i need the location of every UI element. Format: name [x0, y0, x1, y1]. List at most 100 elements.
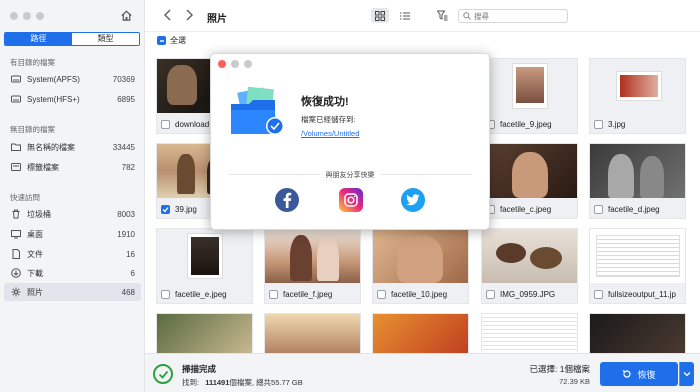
file-card[interactable] — [589, 313, 686, 354]
sidebar-item-count: 8003 — [117, 209, 135, 219]
view-mode-toggle: 路徑 類型 — [4, 32, 140, 46]
file-checkbox[interactable] — [486, 290, 495, 299]
dialog-title: 恢復成功! — [301, 96, 349, 108]
dialog-zoom-button[interactable] — [244, 60, 252, 68]
instagram-icon[interactable] — [339, 188, 363, 212]
sidebar-item-system-apfs[interactable]: System(APFS) 70369 — [4, 70, 141, 88]
sidebar-item-count: 6 — [130, 268, 135, 278]
window-controls — [10, 12, 44, 20]
sidebar-item-desktop[interactable]: 桌面 1910 — [4, 225, 141, 243]
file-card[interactable]: 3.jpg — [589, 58, 686, 134]
file-name: facetile_10.jpeg — [391, 290, 448, 299]
sidebar-item-label: 下載 — [27, 268, 43, 278]
status-bar: 掃描完成 找到: 111491個檔案, 總共55.77 GB 已選擇: 1個檔案… — [145, 353, 700, 392]
forward-icon[interactable] — [185, 8, 194, 24]
file-thumbnail — [590, 314, 685, 354]
twitter-icon[interactable] — [401, 188, 425, 212]
sidebar-item-documents[interactable]: 文件 16 — [4, 245, 141, 263]
saved-path-link[interactable]: /Volumes/Untitled — [301, 129, 359, 138]
disk-icon — [10, 94, 21, 105]
sidebar-item-tagged[interactable]: 標籤檔案 782 — [4, 158, 141, 176]
recovery-success-dialog: 恢復成功! 檔案已經儲存到: /Volumes/Untitled 與朋友分享快樂 — [210, 53, 490, 230]
home-icon[interactable] — [117, 6, 135, 24]
sidebar-item-system-hfs[interactable]: System(HFS+) 6895 — [4, 90, 141, 108]
file-checkbox[interactable] — [161, 120, 170, 129]
chevron-down-icon — [683, 372, 691, 377]
file-card[interactable]: facetile_e.jpeg — [156, 228, 253, 304]
sidebar: 路徑 類型 有目錄的檔案 System(APFS) 70369 System(H… — [0, 0, 145, 392]
file-checkbox[interactable] — [594, 120, 603, 129]
file-checkbox[interactable] — [377, 290, 386, 299]
file-card[interactable]: facetile_9.jpeg — [481, 58, 578, 134]
tab-path[interactable]: 路徑 — [5, 33, 72, 45]
file-checkbox[interactable] — [269, 290, 278, 299]
file-name: IMG_0959.JPG — [500, 290, 556, 299]
file-card[interactable] — [481, 313, 578, 354]
recover-options-button[interactable] — [679, 362, 694, 386]
found-count: 111491 — [205, 378, 230, 387]
download-icon — [10, 268, 21, 279]
file-checkbox[interactable] — [594, 205, 603, 214]
section-no-dir-title: 無目錄的檔案 — [10, 125, 55, 134]
dialog-saved-label: 檔案已經儲存到: — [301, 115, 356, 124]
file-thumbnail — [157, 314, 252, 354]
file-thumbnail — [265, 229, 360, 283]
sidebar-item-trash[interactable]: 垃圾桶 8003 — [4, 205, 141, 223]
file-thumbnail — [590, 144, 685, 198]
file-card[interactable]: facetile_10.jpeg — [372, 228, 469, 304]
sidebar-item-label: System(APFS) — [27, 74, 80, 84]
recover-button[interactable]: 恢復 — [600, 362, 678, 386]
select-all[interactable]: 全選 — [157, 35, 186, 46]
file-name: facetile_d.jpeg — [608, 205, 660, 214]
file-name: facetile_9.jpeg — [500, 120, 552, 129]
sidebar-item-label: System(HFS+) — [27, 94, 80, 104]
file-checkbox[interactable] — [161, 205, 170, 214]
file-card[interactable]: facetile_d.jpeg — [589, 143, 686, 219]
file-card[interactable]: fullsizeoutput_11.jp — [589, 228, 686, 304]
file-thumbnail — [590, 229, 685, 283]
dialog-minimize-button[interactable] — [231, 60, 239, 68]
file-card[interactable]: IMG_0959.JPG — [481, 228, 578, 304]
photos-icon — [10, 287, 21, 298]
zoom-window-button[interactable] — [36, 12, 44, 20]
folder-success-icon — [229, 84, 289, 139]
file-card[interactable] — [372, 313, 469, 354]
file-checkbox[interactable] — [161, 290, 170, 299]
filter-icon[interactable] — [433, 8, 451, 23]
file-card[interactable] — [264, 313, 361, 354]
file-thumbnail — [482, 144, 577, 198]
sidebar-item-downloads[interactable]: 下載 6 — [4, 264, 141, 282]
found-unit: 個檔案 — [229, 378, 252, 387]
selected-size: 72.39 KB — [559, 377, 590, 386]
select-all-checkbox[interactable] — [157, 36, 166, 45]
sidebar-item-label: 照片 — [27, 287, 43, 297]
file-card[interactable]: facetile_c.jpeg — [481, 143, 578, 219]
selected-count: 已選擇: 1個檔案 — [529, 364, 590, 374]
list-view-icon[interactable] — [396, 8, 414, 23]
disk-icon — [10, 74, 21, 85]
file-checkbox[interactable] — [594, 290, 603, 299]
file-thumbnail — [482, 314, 577, 354]
sidebar-item-unnamed[interactable]: 無名稱的檔案 33445 — [4, 138, 141, 156]
recover-icon — [623, 370, 632, 378]
facebook-icon[interactable] — [275, 188, 299, 212]
dialog-close-button[interactable] — [218, 60, 226, 68]
success-icon — [153, 364, 173, 384]
file-thumbnail — [482, 229, 577, 283]
sidebar-item-label: 無名稱的檔案 — [27, 142, 75, 152]
sidebar-item-photos[interactable]: 照片 468 — [4, 283, 141, 301]
scan-summary: 找到: 111491個檔案, 總共55.77 GB — [182, 378, 303, 387]
grid-view-icon[interactable] — [371, 8, 389, 23]
file-card[interactable] — [156, 313, 253, 354]
file-thumbnail — [590, 59, 685, 113]
back-icon[interactable] — [163, 8, 172, 24]
search-input[interactable] — [474, 11, 564, 21]
close-window-button[interactable] — [10, 12, 18, 20]
file-card[interactable]: facetile_f.jpeg — [264, 228, 361, 304]
minimize-window-button[interactable] — [23, 12, 31, 20]
search-box[interactable] — [458, 9, 568, 23]
tab-type[interactable]: 類型 — [72, 33, 139, 45]
sidebar-item-count: 1910 — [117, 229, 135, 239]
file-name: facetile_c.jpeg — [500, 205, 552, 214]
sidebar-item-count: 782 — [121, 162, 135, 172]
